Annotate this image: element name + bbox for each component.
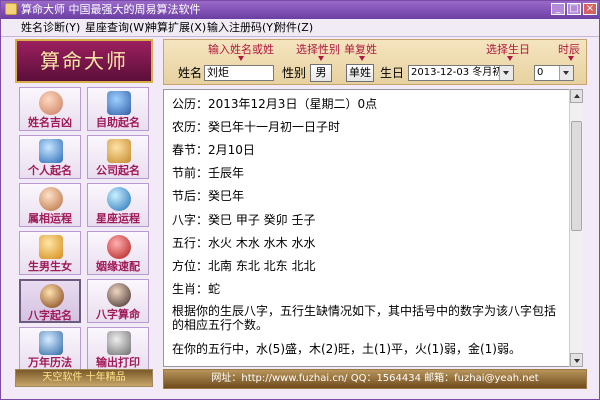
tile-constellation-fortune[interactable]: 星座运程 — [87, 183, 149, 227]
vertical-scrollbar[interactable] — [569, 89, 583, 367]
hint-single-surname-arrow — [359, 56, 365, 61]
company-icon — [107, 139, 131, 163]
result-line: 五行：水火 木水 水木 水水 — [172, 236, 316, 250]
tile-label: 八字起名 — [28, 309, 72, 322]
tile-label: 自助起名 — [96, 116, 140, 129]
hint-gender-arrow — [318, 56, 324, 61]
tile-bazi-fortune[interactable]: 八字算命 — [87, 279, 149, 323]
person-card-icon — [39, 139, 63, 163]
hint-gender: 选择性别 — [296, 43, 340, 56]
menu-attachments[interactable]: 附件(Z) — [275, 21, 313, 35]
result-line: 八字：癸巳 甲子 癸卯 壬子 — [172, 213, 316, 227]
tile-label: 姓名吉凶 — [28, 116, 72, 129]
rocket-icon — [107, 91, 131, 115]
menu-bar: 姓名诊断(Y) 星座查询(W) 神算扩展(X) 输入注册码(Y) 附件(Z) — [1, 19, 599, 37]
app-icon — [5, 3, 17, 15]
window-title: 算命大师 中国最强大的周易算法软件 — [21, 3, 201, 16]
result-line: 农历：癸巳年十一月初一日子时 — [172, 120, 341, 134]
tile-label: 星座运程 — [96, 212, 140, 225]
left-footer-banner: 天空软件 十年精品 — [15, 369, 153, 387]
result-line: 方位：北南 东北 北东 北北 — [172, 259, 316, 273]
footer-banner: 网址：http://www.fuzhai.cn/ QQ：1564434 邮箱：f… — [163, 369, 587, 389]
minimize-button[interactable]: _ — [551, 3, 565, 15]
gender-label: 性别 — [282, 66, 307, 80]
tile-baby-gender[interactable]: 生男生女 — [19, 231, 81, 275]
title-bar[interactable]: 算命大师 中国最强大的周易算法软件 _ □ × — [1, 1, 599, 19]
hint-single-surname: 单复姓 — [344, 43, 377, 56]
tile-label: 生男生女 — [28, 260, 72, 273]
tile-self-naming[interactable]: 自助起名 — [87, 87, 149, 131]
tile-marriage-match[interactable]: 姻缘速配 — [87, 231, 149, 275]
left-panel: 算命大师 姓名吉凶 自助起名 个人起名 公司起名 属相运程 星座运程 生男生女 … — [15, 39, 153, 387]
birthday-label: 生日 — [380, 66, 405, 80]
tile-name-fortune[interactable]: 姓名吉凶 — [19, 87, 81, 131]
menu-name-diagnosis[interactable]: 姓名诊断(Y) — [21, 21, 80, 35]
tile-label: 公司起名 — [96, 164, 140, 177]
birthday-dropdown[interactable]: 2013-12-03 冬月初一 — [408, 65, 514, 81]
app-window: 算命大师 中国最强大的周易算法软件 _ □ × 姓名诊断(Y) 星座查询(W) … — [0, 0, 600, 400]
tile-label: 个人起名 — [28, 164, 72, 177]
result-line: 公历：2013年12月3日（星期二）0点 — [172, 97, 378, 111]
tile-label: 输出打印 — [96, 356, 140, 369]
hour-dropdown[interactable]: 0 — [534, 65, 574, 81]
tile-label: 万年历法 — [28, 356, 72, 369]
left-footer-text: 天空软件 十年精品 — [42, 372, 126, 383]
sage-icon — [107, 283, 131, 307]
result-line: 节前：壬辰年 — [172, 166, 245, 180]
gender-button[interactable]: 男 — [310, 64, 332, 82]
hint-name-arrow — [238, 56, 244, 61]
scroll-thumb[interactable] — [571, 121, 582, 231]
hour-value: 0 — [537, 67, 544, 78]
result-text-area: 公历：2013年12月3日（星期二）0点 农历：癸巳年十一月初一日子时 春节：2… — [172, 90, 570, 366]
scroll-up-icon[interactable] — [570, 89, 583, 103]
chevron-down-icon[interactable] — [499, 66, 513, 80]
maximize-button[interactable]: □ — [567, 3, 581, 15]
input-panel: 输入姓名或姓 选择性别 单复姓 选择生日 时辰 姓名 刘炬 性别 男 单姓 生日… — [163, 39, 587, 85]
menu-constellation[interactable]: 星座查询(W) — [85, 21, 148, 35]
tile-label: 八字算命 — [96, 308, 140, 321]
cat-icon — [39, 187, 63, 211]
logo: 算命大师 — [15, 39, 153, 83]
bagua-icon — [40, 284, 64, 308]
hint-birthday-arrow — [507, 56, 513, 61]
result-line: 春节：2月10日 — [172, 143, 255, 157]
tile-print[interactable]: 输出打印 — [87, 327, 149, 371]
tile-personal-naming[interactable]: 个人起名 — [19, 135, 81, 179]
chevron-down-icon[interactable] — [559, 66, 573, 80]
tile-label: 属相运程 — [28, 212, 72, 225]
tile-company-naming[interactable]: 公司起名 — [87, 135, 149, 179]
result-panel[interactable]: 公历：2013年12月3日（星期二）0点 农历：癸巳年十一月初一日子时 春节：2… — [163, 89, 583, 367]
tile-calendar[interactable]: 万年历法 — [19, 327, 81, 371]
surname-type-button[interactable]: 单姓 — [346, 64, 374, 82]
knot-icon — [107, 235, 131, 259]
name-input[interactable]: 刘炬 — [204, 65, 274, 81]
calendar-icon — [39, 331, 63, 355]
scroll-down-icon[interactable] — [570, 353, 583, 367]
face-icon — [39, 91, 63, 115]
footer-contact: 网址：http://www.fuzhai.cn/ QQ：1564434 邮箱：f… — [211, 373, 539, 384]
hint-hour-arrow — [568, 56, 574, 61]
printer-icon — [107, 331, 131, 355]
tile-bazi-naming[interactable]: 八字起名 — [19, 279, 81, 323]
logo-text: 算命大师 — [40, 49, 128, 73]
tile-zodiac-fortune[interactable]: 属相运程 — [19, 183, 81, 227]
baby-icon — [39, 235, 63, 259]
result-paragraph: 根据你的生辰八字，五行生缺情况如下，其中括号中的数字为该八字包括的相应五行个数。 — [172, 304, 557, 332]
result-line: 在你的五行中，水(5)盛，木(2)旺，土(1)平，火(1)弱，金(1)弱。 — [172, 342, 521, 356]
name-label: 姓名 — [178, 66, 203, 80]
birthday-value: 2013-12-03 冬月初一 — [411, 67, 513, 78]
globe-icon — [107, 187, 131, 211]
result-line: 节后：癸巳年 — [172, 189, 245, 203]
hint-name: 输入姓名或姓 — [208, 43, 274, 56]
hint-birthday: 选择生日 — [486, 43, 530, 56]
tile-label: 姻缘速配 — [96, 260, 140, 273]
hint-hour: 时辰 — [558, 43, 580, 56]
close-button[interactable]: × — [583, 3, 597, 15]
result-line: 生肖：蛇 — [172, 282, 221, 296]
menu-extensions[interactable]: 神算扩展(X) — [146, 21, 206, 35]
menu-register[interactable]: 输入注册码(Y) — [207, 21, 277, 35]
